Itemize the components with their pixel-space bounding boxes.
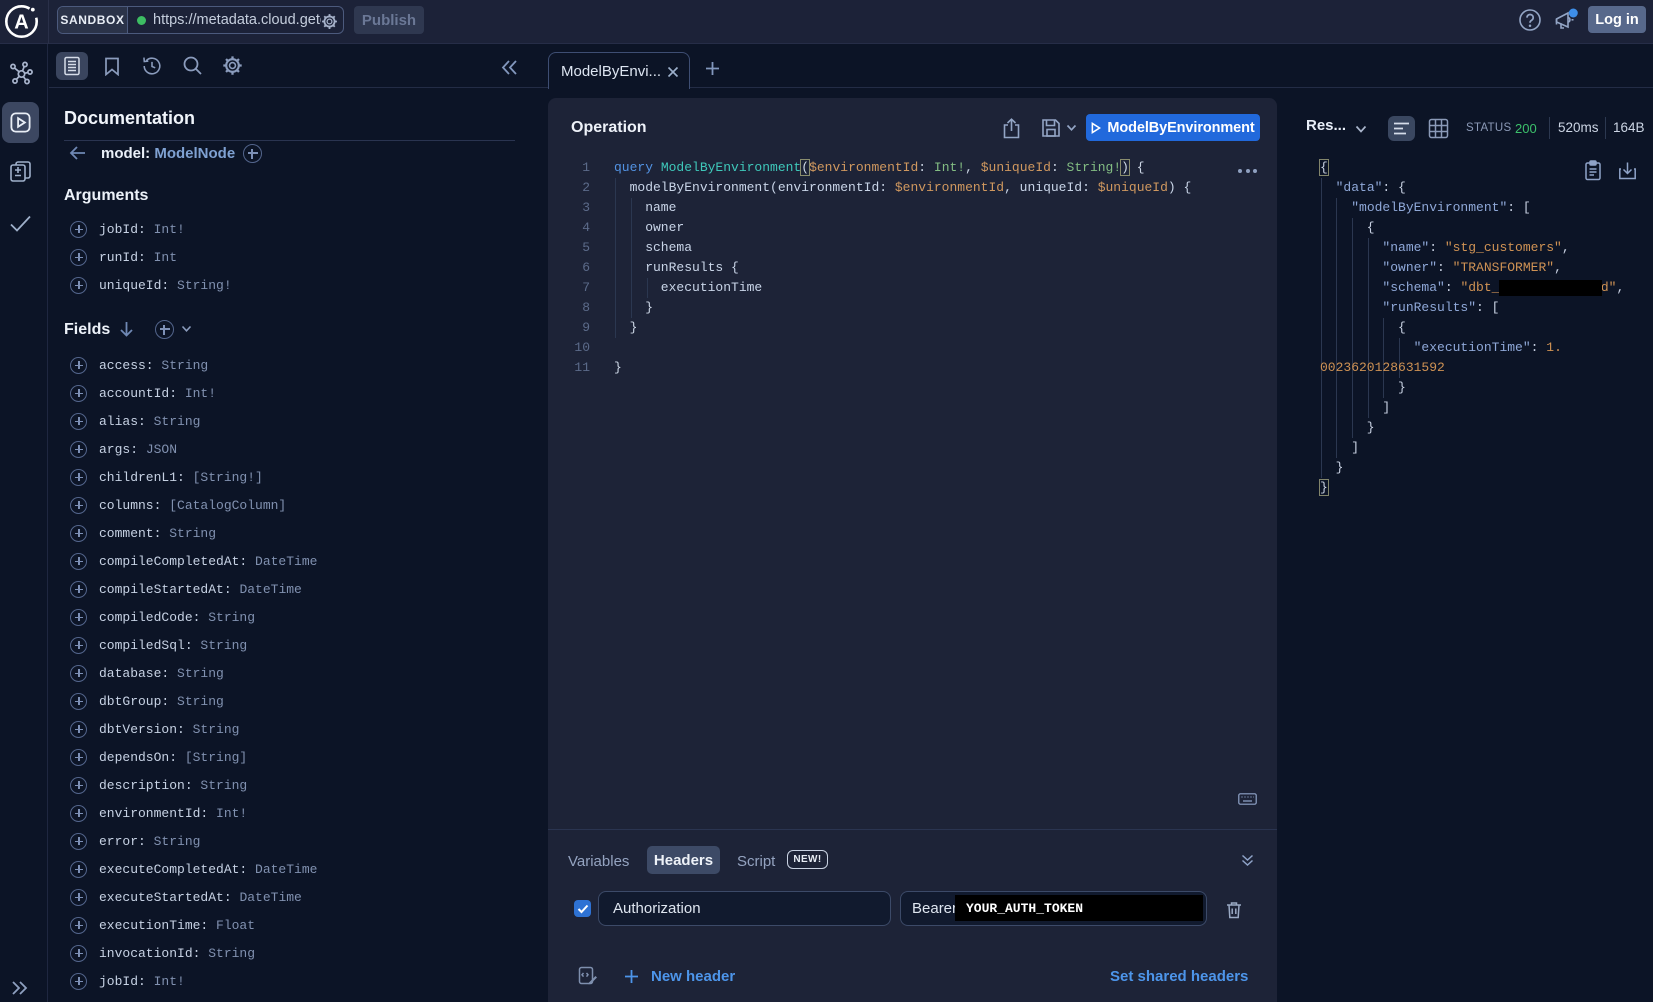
svg-text:A: A [14, 12, 28, 34]
